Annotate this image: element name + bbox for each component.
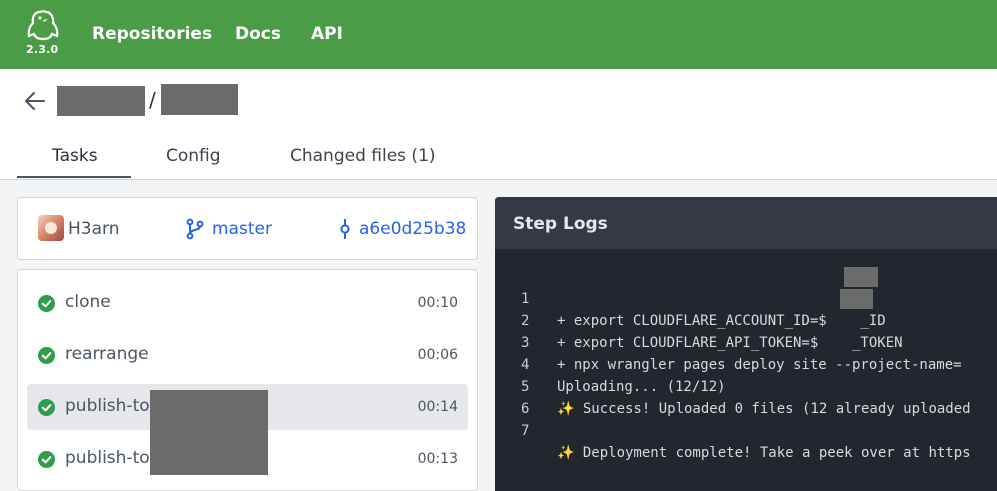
top-nav: 2.3.0 Repositories Docs API xyxy=(0,0,997,69)
success-check-icon xyxy=(38,399,55,416)
step-item-clone[interactable]: clone 00:10 xyxy=(27,280,468,326)
log-line: 1 + export CLOUDFLARE_ACCOUNT_ID=$ _ID xyxy=(495,266,997,329)
success-check-icon xyxy=(38,451,55,468)
active-tab-indicator xyxy=(17,176,131,178)
step-logs-panel: Step Logs 1 + export CLOUDFLARE_ACCOUNT_… xyxy=(495,197,997,491)
avatar xyxy=(38,215,64,241)
commit-info-card: H3arn master a6e0d25b38 xyxy=(17,197,478,260)
commit-sha-link[interactable]: a6e0d25b38 xyxy=(359,219,466,239)
version-label: 2.3.0 xyxy=(26,43,59,56)
logo[interactable]: 2.3.0 xyxy=(24,10,60,60)
step-name: publish-to- xyxy=(65,448,157,468)
step-duration: 00:13 xyxy=(417,451,458,467)
log-line: 4 Uploading... (12/12) xyxy=(495,332,997,395)
step-name: rearrange xyxy=(65,344,149,364)
commit-author: H3arn xyxy=(68,219,120,239)
nav-docs[interactable]: Docs xyxy=(235,22,281,46)
git-branch-icon xyxy=(186,218,204,240)
step-duration: 00:10 xyxy=(417,295,458,311)
penguin-logo-icon xyxy=(27,10,59,41)
redacted-block xyxy=(150,390,268,475)
branch-link[interactable]: master xyxy=(212,219,272,239)
back-arrow-icon[interactable] xyxy=(22,88,48,114)
log-line: 5 ✨ Success! Uploaded 0 files (12 alread… xyxy=(495,354,997,417)
tab-changed-files[interactable]: Changed files (1) xyxy=(290,145,436,167)
log-line: 6 xyxy=(495,376,997,417)
redacted-block xyxy=(840,289,873,309)
logs-title: Step Logs xyxy=(513,214,608,234)
line-number: 7 xyxy=(521,423,530,439)
tab-config[interactable]: Config xyxy=(166,145,221,167)
success-check-icon xyxy=(38,295,55,312)
redacted-block xyxy=(844,267,878,287)
nav-api[interactable]: API xyxy=(311,22,343,46)
log-line: 2 + export CLOUDFLARE_API_TOKEN=$ _TOKEN xyxy=(495,288,997,351)
step-duration: 00:06 xyxy=(417,347,458,363)
success-check-icon xyxy=(38,347,55,364)
log-line: 7 ✨ Deployment complete! Take a peek ove… xyxy=(495,398,997,461)
git-commit-icon xyxy=(340,219,350,239)
breadcrumb-owner-redacted[interactable] xyxy=(57,86,145,116)
step-item-rearrange[interactable]: rearrange 00:06 xyxy=(27,332,468,378)
tab-tasks[interactable]: Tasks xyxy=(52,145,98,167)
breadcrumb-repo-redacted[interactable] xyxy=(161,84,238,115)
log-line: 3 + npx wrangler pages deploy site --pro… xyxy=(495,310,997,373)
logs-header: Step Logs xyxy=(495,197,997,249)
step-name: publish-to- xyxy=(65,396,157,416)
step-duration: 00:14 xyxy=(417,399,458,415)
nav-repositories[interactable]: Repositories xyxy=(92,22,212,46)
log-text: ✨ Deployment complete! Take a peek over … xyxy=(557,445,971,461)
step-name: clone xyxy=(65,292,111,312)
breadcrumb-separator: / xyxy=(149,88,156,112)
